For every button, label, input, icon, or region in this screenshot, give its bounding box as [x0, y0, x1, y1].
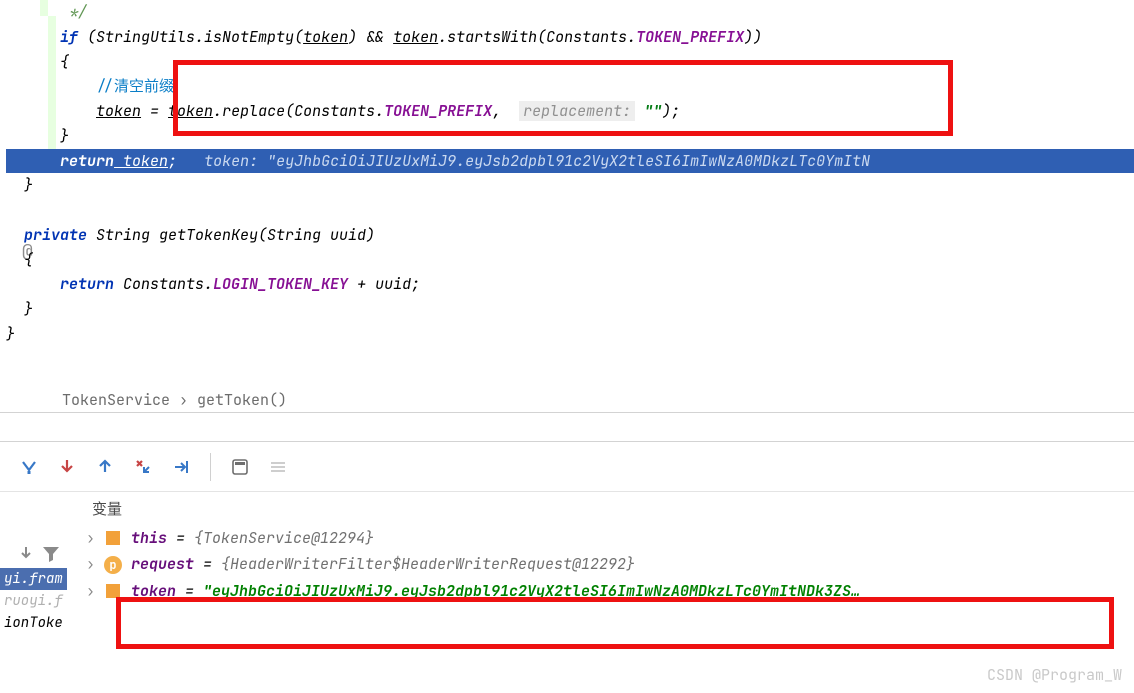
expand-icon[interactable]: ›: [86, 578, 104, 604]
editor-pane: @ */ if (StringUtils.isNotEmpty(token) &…: [0, 0, 1134, 412]
variables-panel: 变量 › this = {TokenService@12294} ›p requ…: [0, 492, 1134, 672]
frame-item[interactable]: ionToke: [0, 612, 67, 634]
drop-frame-icon[interactable]: [126, 450, 160, 484]
object-icon: [104, 578, 122, 604]
filter-icon[interactable]: [41, 544, 61, 564]
watermark: CSDN @Program_W: [987, 665, 1122, 685]
code-text: */: [69, 2, 87, 22]
breadcrumb[interactable]: TokenService › getToken(): [62, 390, 287, 410]
trace-icon[interactable]: [261, 450, 295, 484]
frames-stack: yi.fram ruoyi.f ionToke: [0, 568, 67, 634]
param-hint: replacement:: [519, 101, 635, 121]
step-over-icon[interactable]: [12, 450, 46, 484]
var-row-this[interactable]: › this = {TokenService@12294}: [86, 525, 1134, 551]
object-icon: [104, 525, 122, 551]
sort-icon[interactable]: [17, 544, 35, 562]
frame-item-active[interactable]: yi.fram: [0, 568, 67, 590]
run-to-cursor-icon[interactable]: [164, 450, 198, 484]
expand-icon[interactable]: ›: [86, 551, 104, 577]
step-into-icon[interactable]: [50, 450, 84, 484]
var-row-request[interactable]: ›p request = {HeaderWriterFilter$HeaderW…: [86, 551, 1134, 577]
expand-icon[interactable]: ›: [86, 525, 104, 551]
var-row-token[interactable]: › token = "eyJhbGciOiJIUzUxMiJ9.eyJsb2dp…: [86, 578, 1134, 604]
step-out-icon[interactable]: [88, 450, 122, 484]
code-area[interactable]: */ if (StringUtils.isNotEmpty(token) && …: [0, 0, 1134, 412]
comment-clear-prefix: //清空前缀: [96, 76, 174, 96]
debug-toolbar: [0, 442, 1134, 492]
param-icon: p: [104, 556, 122, 574]
panel-divider[interactable]: [0, 412, 1134, 442]
evaluate-icon[interactable]: [223, 450, 257, 484]
keyword-if: if: [60, 27, 78, 47]
execution-line: return token; token: "eyJhbGciOiJIUzUxMi…: [6, 149, 1134, 174]
frame-item[interactable]: ruoyi.f: [0, 590, 67, 612]
variables-tab[interactable]: 变量: [78, 492, 1134, 525]
